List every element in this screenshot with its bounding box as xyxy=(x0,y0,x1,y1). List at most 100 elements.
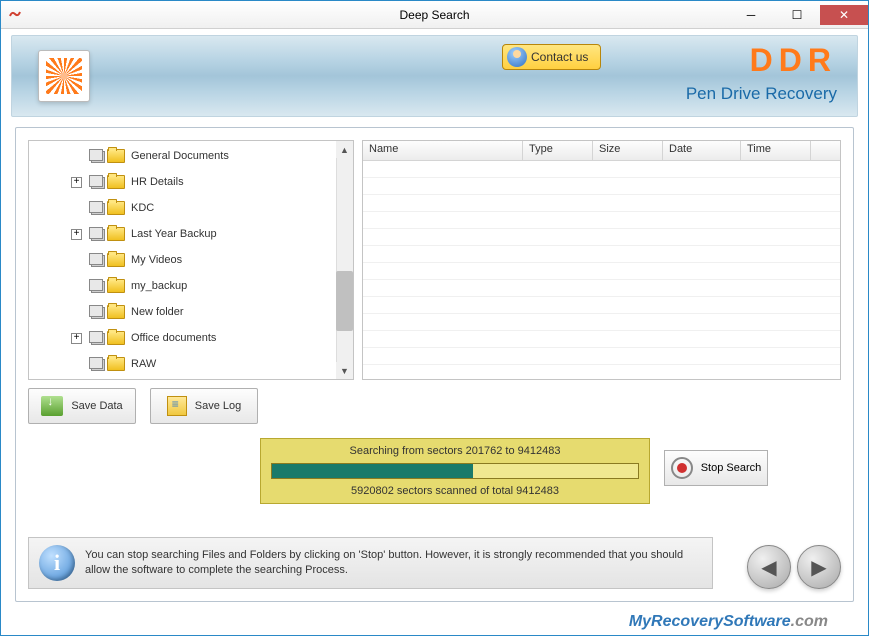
stack-icon xyxy=(89,201,105,215)
list-row xyxy=(363,348,840,365)
tree-item-label: New folder xyxy=(131,306,184,318)
tree-item[interactable]: General Documents xyxy=(29,143,353,169)
progress-text-bottom: 5920802 sectors scanned of total 9412483 xyxy=(271,485,639,497)
folder-icon xyxy=(107,227,125,241)
scroll-up-icon[interactable]: ▲ xyxy=(336,141,353,158)
minimize-button[interactable]: ─ xyxy=(728,5,774,25)
folder-tree[interactable]: General Documents + HR Details KDC + xyxy=(29,141,353,379)
save-data-label: Save Data xyxy=(71,400,122,412)
list-row xyxy=(363,195,840,212)
folder-icon xyxy=(107,201,125,215)
window-controls: ─ ☐ ✕ xyxy=(728,5,868,25)
folder-tree-panel: General Documents + HR Details KDC + xyxy=(28,140,354,380)
tree-item-label: KDC xyxy=(131,202,154,214)
scroll-down-icon[interactable]: ▼ xyxy=(336,362,353,379)
folder-icon xyxy=(107,253,125,267)
tree-item[interactable]: + Last Year Backup xyxy=(29,221,353,247)
watermark-suffix: .com xyxy=(791,613,828,630)
forward-button[interactable]: ▶ xyxy=(797,545,841,589)
brand-subtitle: Pen Drive Recovery xyxy=(686,84,837,104)
maximize-button[interactable]: ☐ xyxy=(774,5,820,25)
list-row xyxy=(363,314,840,331)
stop-icon xyxy=(671,457,693,479)
stack-icon xyxy=(89,279,105,293)
list-row xyxy=(363,212,840,229)
folder-icon xyxy=(107,331,125,345)
watermark-main: MyRecoverySoftware xyxy=(629,613,791,630)
stack-icon xyxy=(89,149,105,163)
col-size[interactable]: Size xyxy=(593,141,663,160)
tree-item[interactable]: + HR Details xyxy=(29,169,353,195)
save-data-icon xyxy=(41,396,63,416)
save-data-button[interactable]: Save Data xyxy=(28,388,136,424)
info-text: You can stop searching Files and Folders… xyxy=(85,548,702,579)
nav-arrows: ◀ ▶ xyxy=(747,545,841,589)
stack-icon xyxy=(89,305,105,319)
expand-toggle[interactable]: + xyxy=(71,177,82,188)
info-bar: i You can stop searching Files and Folde… xyxy=(28,537,713,589)
save-log-label: Save Log xyxy=(195,400,241,412)
tree-item-label: Last Year Backup xyxy=(131,228,217,240)
file-list-panel: Name Type Size Date Time xyxy=(362,140,841,380)
folder-icon xyxy=(107,149,125,163)
watermark: MyRecoverySoftware.com xyxy=(629,613,828,631)
tree-item[interactable]: RAW xyxy=(29,351,353,377)
stack-icon xyxy=(89,357,105,371)
list-row xyxy=(363,280,840,297)
expand-toggle[interactable]: + xyxy=(71,229,82,240)
list-row xyxy=(363,263,840,280)
folder-icon xyxy=(107,357,125,371)
save-log-icon xyxy=(167,396,187,416)
col-name[interactable]: Name xyxy=(363,141,523,160)
expand-toggle[interactable]: + xyxy=(71,333,82,344)
save-log-button[interactable]: Save Log xyxy=(150,388,258,424)
tree-item[interactable]: My Videos xyxy=(29,247,353,273)
scroll-thumb[interactable] xyxy=(336,271,353,331)
back-button[interactable]: ◀ xyxy=(747,545,791,589)
list-row xyxy=(363,229,840,246)
contact-label: Contact us xyxy=(531,50,588,64)
progress-bar xyxy=(271,463,639,479)
app-icon xyxy=(7,7,23,23)
header-band: Contact us DDR Pen Drive Recovery xyxy=(11,35,858,117)
list-header: Name Type Size Date Time xyxy=(363,141,840,161)
progress-text-top: Searching from sectors 201762 to 9412483 xyxy=(271,445,639,457)
stack-icon xyxy=(89,253,105,267)
contact-us-button[interactable]: Contact us xyxy=(502,44,601,70)
folder-icon xyxy=(107,305,125,319)
progress-panel: Searching from sectors 201762 to 9412483… xyxy=(260,438,650,504)
list-row xyxy=(363,331,840,348)
progress-fill xyxy=(272,464,473,478)
tree-item[interactable]: my_backup xyxy=(29,273,353,299)
list-row xyxy=(363,161,840,178)
stop-search-button[interactable]: Stop Search xyxy=(664,450,768,486)
main-content: General Documents + HR Details KDC + xyxy=(15,127,854,602)
tree-item-label: Office documents xyxy=(131,332,216,344)
stack-icon xyxy=(89,331,105,345)
folder-icon xyxy=(107,279,125,293)
tree-item[interactable]: + Office documents xyxy=(29,325,353,351)
tree-item-label: my_backup xyxy=(131,280,187,292)
close-button[interactable]: ✕ xyxy=(820,5,868,25)
stack-icon xyxy=(89,227,105,241)
list-row xyxy=(363,178,840,195)
list-body xyxy=(363,161,840,379)
tree-item-label: My Videos xyxy=(131,254,182,266)
titlebar: Deep Search ─ ☐ ✕ xyxy=(1,1,868,29)
contact-icon xyxy=(507,47,527,67)
app-logo xyxy=(38,50,90,102)
tree-item[interactable]: KDC xyxy=(29,195,353,221)
col-type[interactable]: Type xyxy=(523,141,593,160)
tree-item[interactable]: New folder xyxy=(29,299,353,325)
tree-item-label: General Documents xyxy=(131,150,229,162)
window-title: Deep Search xyxy=(399,8,469,22)
list-row xyxy=(363,297,840,314)
col-date[interactable]: Date xyxy=(663,141,741,160)
tree-scrollbar[interactable]: ▲ ▼ xyxy=(336,141,353,379)
folder-icon xyxy=(107,175,125,189)
stack-icon xyxy=(89,175,105,189)
stop-label: Stop Search xyxy=(701,462,762,474)
brand-logo-text: DDR xyxy=(750,42,837,79)
col-time[interactable]: Time xyxy=(741,141,811,160)
action-buttons: Save Data Save Log xyxy=(28,388,841,424)
